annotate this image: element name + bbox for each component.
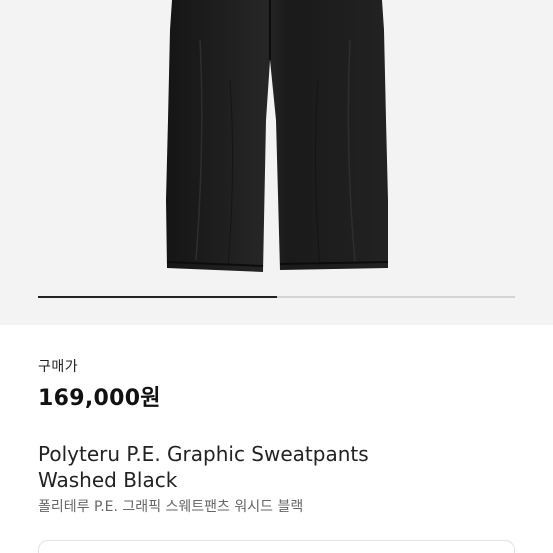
option-card[interactable] [38, 540, 515, 553]
product-title-line2: Washed Black [38, 468, 178, 492]
product-image-gallery[interactable] [0, 0, 553, 325]
product-image[interactable] [0, 0, 553, 325]
product-title: Polyteru P.E. Graphic Sweatpants Washed … [38, 441, 528, 493]
price-value: 169,000원 [38, 386, 161, 411]
product-subtitle: 폴리테루 P.E. 그래픽 스웨트팬츠 워시드 블랙 [38, 499, 304, 515]
gallery-progress-fill [38, 296, 277, 298]
gallery-progress-bar [38, 296, 515, 298]
product-title-line1: Polyteru P.E. Graphic Sweatpants [38, 442, 369, 466]
price-label: 구매가 [38, 359, 79, 375]
